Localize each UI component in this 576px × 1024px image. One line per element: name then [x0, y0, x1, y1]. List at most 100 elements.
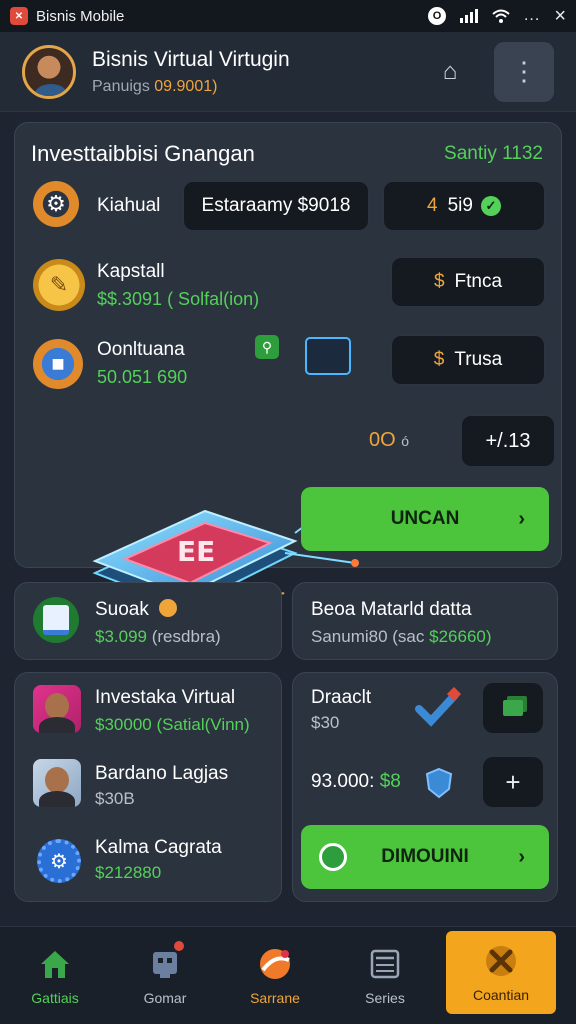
trusa-pill[interactable]: $ Trusa [391, 335, 545, 385]
ball-icon [260, 948, 290, 979]
svg-text:EE: EE [177, 535, 215, 568]
coin-small-icon [159, 599, 177, 617]
uncan-button-label: UNCAN [390, 508, 460, 529]
nav-label: Coantian [472, 986, 530, 1003]
app-header: Bisnis Virtual Virtugin Panuigs 09.9001)… [0, 32, 576, 112]
row-label-kapstall: Kapstall [97, 261, 165, 282]
more-dots-icon[interactable]: ... [524, 7, 540, 25]
list-item-value: $30B [95, 789, 135, 808]
finance-pill[interactable]: $ Ftnca [391, 257, 545, 307]
cross-tools-icon [486, 945, 516, 976]
home-icon [41, 950, 69, 978]
nav-item-ball[interactable]: Sarrane [220, 927, 330, 1024]
dimouini-button-label: DIMOUINI [381, 846, 469, 867]
check-icon: ✓ [480, 196, 501, 216]
green-chip-icon: ⚲ [255, 335, 279, 359]
nav-item-home[interactable]: Gattiais [0, 927, 110, 1024]
copy-icon [503, 700, 523, 716]
nav-label: Gattiais [31, 989, 79, 1006]
card-market-value: Sanumi80 (sac $26660) [311, 627, 492, 647]
estimate-pill[interactable]: Estaraamy $9018 [183, 181, 369, 231]
list-item-value: $30000 (Satial(Vinn) [95, 715, 250, 734]
trusa-pill-accent: $ [433, 349, 445, 370]
avatar[interactable] [33, 759, 81, 807]
notification-circle-icon: O [427, 7, 446, 25]
card-market-value-green: $26660) [429, 627, 492, 646]
chevron-right-icon: › [518, 507, 525, 530]
row-label-oonltuana: Oonltuana [97, 339, 185, 360]
status-pill-accent: 4 [427, 195, 438, 216]
add-button[interactable]: + [483, 757, 543, 807]
uncan-button[interactable]: UNCAN › [301, 487, 549, 551]
chip-value-text: 0O [369, 429, 396, 451]
finance-pill-accent: $ [433, 271, 445, 292]
trusa-pill-text: Trusa [454, 349, 503, 370]
nav-label: Sarrane [250, 989, 300, 1006]
avatar[interactable] [22, 44, 76, 99]
chip-value: 0O ó [369, 429, 409, 452]
card-draft-label: Draaclt [311, 687, 372, 708]
estimate-text: Estaraamy $9018 [201, 195, 351, 216]
row-value-oonltuana: 50.051 690 [97, 367, 188, 387]
investment-panel: Investtaibbisi Gnangan Santiy 1132 ⚙ Kia… [14, 122, 562, 634]
card-draft-line2-prefix: 93.000: [311, 771, 375, 792]
gear-icon: ⚙ [33, 181, 79, 227]
card-suoak-value: $3.099 (resdbra) [95, 627, 221, 647]
finance-pill-text: Ftnca [454, 271, 503, 292]
calculator-icon [370, 949, 400, 978]
notification-badge [174, 941, 184, 951]
card-market-label: Beoa Matarld datta [311, 599, 472, 620]
list-item-value: $212880 [95, 863, 162, 882]
row-value-kapstall: $$.3091 ( Solfal(ion) [97, 289, 260, 309]
document-icon [33, 597, 79, 643]
monitor-icon [305, 337, 351, 375]
app-name: Bisnis Mobile [36, 7, 125, 25]
close-icon[interactable]: × [554, 5, 566, 28]
signal-icon [459, 9, 478, 23]
cube-icon: ■ [33, 339, 83, 389]
card-suoak-value-green: $3.099 [95, 627, 147, 646]
nav-item-store[interactable]: Gomar [110, 927, 220, 1024]
card-suoak[interactable]: Suoak $3.099 (resdbra) [14, 582, 282, 660]
card-draft: Draaclt $30 93.000: $8 + DIMOUINI › [292, 672, 558, 902]
whatsapp-icon [319, 843, 347, 871]
status-pill[interactable]: 4 5i9 ✓ [383, 181, 545, 231]
nav-item-tools[interactable]: Coantian [446, 931, 556, 1014]
bell-icon[interactable]: ⌂ [420, 42, 480, 102]
list-item-label: Bardano Lagjas [95, 763, 229, 784]
app-logo-icon: ✕ [10, 7, 28, 25]
shield-icon [425, 767, 453, 799]
card-draft-value: $30 [311, 713, 340, 732]
card-market-data[interactable]: Beoa Matarld datta Sanumi80 (sac $26660) [292, 582, 558, 660]
value-box[interactable]: +/.13 [461, 415, 555, 467]
card-draft-line2-green: $8 [379, 771, 401, 792]
status-bar: ✕ Bisnis Mobile O ... × [0, 0, 576, 32]
card-suoak-label: Suoak [95, 599, 149, 620]
nav-item-series[interactable]: Series [330, 927, 440, 1024]
chip-value-small: ó [401, 433, 410, 449]
page-title: Bisnis Virtual Virtugin [92, 47, 290, 71]
nav-label: Gomar [143, 989, 187, 1006]
list-item-label: Investaka Virtual [95, 687, 236, 708]
card-draft-line2: 93.000: $8 [311, 771, 401, 793]
panel-score: Santiy 1132 [444, 143, 543, 164]
chevron-right-icon: › [518, 845, 525, 868]
subtitle-prefix: Panuigs [92, 77, 150, 95]
subtitle-value: 09.9001) [154, 77, 218, 95]
card-suoak-value-rest: (resdbra) [151, 627, 221, 646]
heart-tag-icon [415, 687, 462, 727]
copy-button[interactable] [483, 683, 543, 733]
card-market-value-prefix: Sanumi80 (sac [311, 627, 425, 646]
wifi-icon [492, 9, 510, 23]
panel-title: Investtaibbisi Gnangan [31, 141, 255, 166]
status-pill-text: 5i9 [447, 195, 473, 216]
avatar[interactable] [33, 685, 81, 733]
nav-label: Series [365, 989, 405, 1006]
plus-icon: + [505, 766, 521, 797]
settings-gear-icon: ⚙ [37, 839, 81, 883]
menu-button[interactable]: ⋮ [494, 41, 554, 102]
row-label-kiahual: Kiahual [97, 195, 161, 216]
dimouini-button[interactable]: DIMOUINI › [301, 825, 549, 889]
list-item-label: Kalma Cagrata [95, 837, 222, 858]
header-subtitle: Panuigs 09.9001) [92, 78, 290, 96]
